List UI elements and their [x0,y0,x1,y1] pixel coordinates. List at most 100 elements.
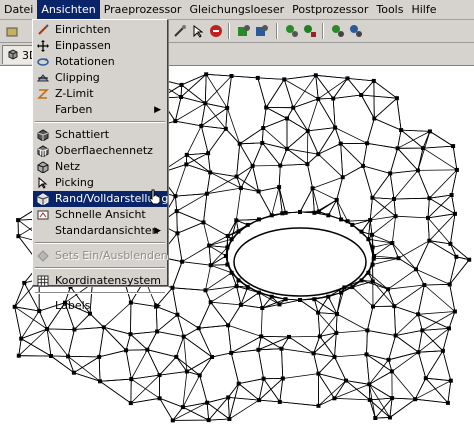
mesh-edge [130,333,148,350]
menu-item-oberflaechennetz[interactable]: Oberflaechennetz [33,143,167,159]
menu-item-labels[interactable]: Labels ▶ [33,298,167,314]
mesh-edge [263,378,281,403]
mesh-node [285,116,289,121]
menu-item-rotationen[interactable]: Rotationen [33,54,167,70]
solver-stop-icon[interactable] [302,23,318,39]
menu-ansichten[interactable]: Ansichten [37,0,100,19]
mesh-edge [131,374,160,380]
mesh-edge [362,143,368,166]
toolbar-separator [228,23,230,39]
mesh-edge [442,328,450,351]
mesh-edge [199,356,213,376]
menu-item-sets-ein-ausblenden: Sets Ein/Ausblenden [33,248,168,264]
menu-item-netz[interactable]: Netz [33,159,167,175]
mesh-blue-icon[interactable] [254,23,270,39]
post-view-icon[interactable] [330,23,346,39]
mesh-edge [395,314,419,336]
mesh-edge [393,197,430,200]
mesh-node [312,297,317,302]
menu-item-einrichten[interactable]: Einrichten [33,22,167,38]
mesh-edge [313,352,335,358]
mesh-edge [227,304,242,326]
mesh-edge [369,397,393,401]
menu-item-schattiert[interactable]: Schattiert [33,127,167,143]
mesh-edge [391,216,396,244]
mesh-edge [175,164,187,197]
mesh-edge [418,350,443,353]
menu-item-rand-volldarstellung[interactable]: Rand/Volldarstellung [33,191,168,207]
mesh-edge [417,313,450,329]
mesh-node [344,378,348,383]
mesh-node [261,376,266,381]
mesh-node [101,325,106,330]
menu-hilfe[interactable]: Hilfe [407,0,440,19]
mesh-edge [286,130,309,150]
mesh-node [285,146,289,151]
mesh-edge [208,245,212,266]
mesh-edge [262,107,267,129]
mesh-node [234,174,239,179]
mesh-green-icon[interactable] [236,23,252,39]
post-export-icon[interactable] [348,23,364,39]
tool-icon[interactable] [172,23,188,39]
menu-item-clipping[interactable]: Clipping [33,70,167,86]
mesh-node [427,238,432,243]
mesh-edge [447,380,452,403]
mesh-edge [258,191,273,216]
solver-run-icon[interactable] [284,23,300,39]
mesh-node [367,397,372,402]
mesh-node [208,300,213,305]
menu-item-label: Schnelle Ansicht [55,208,146,221]
menu-item-koordinatensystem[interactable]: Koordinatensystem [33,273,167,289]
mesh-node [157,396,162,401]
mesh-edge [172,261,183,288]
mesh-edge [393,306,396,336]
mesh-node [368,218,373,222]
mesh-edge [429,197,456,215]
menu-postprozessor[interactable]: Postprozessor [288,0,372,19]
menu-tools[interactable]: Tools [372,0,407,19]
mesh-node [371,304,375,309]
menu-datei[interactable]: Datei [0,0,37,19]
mesh-edge [418,352,427,379]
mesh-edge [391,371,416,400]
mesh-node [204,191,209,196]
mesh-edge [425,350,444,379]
mesh-node [224,254,228,258]
stop-icon[interactable] [208,23,224,39]
mesh-edge [293,98,319,109]
mesh-edge [388,335,396,360]
menu-item-label: Einpassen [55,39,111,52]
mesh-edge [207,397,229,404]
menu-praeprozessor[interactable]: Praeprozessor [100,0,186,19]
menu-item-label: Einrichten [55,23,111,36]
mesh-edge [157,331,184,337]
mesh-node [174,209,179,214]
mesh-node [257,398,262,403]
mesh-edge [452,146,458,170]
mesh-edge [340,143,364,167]
mesh-node [372,254,376,258]
mesh-node [447,326,451,331]
mesh-edge [200,103,206,126]
menu-item-schnelle-ansicht[interactable]: Schnelle Ansicht [33,207,167,223]
mesh-node [223,126,228,131]
submenu-arrow-icon: ▶ [154,301,161,311]
mesh-edge [347,78,362,96]
menu-item-farben[interactable]: Farben ▶ [33,102,167,118]
menu-item-picking[interactable]: Picking [33,175,167,191]
mesh-edge [239,142,263,145]
mesh-edge [387,289,395,307]
menu-item-z-limit[interactable]: Z-Limit [33,86,167,102]
mesh-node [313,73,318,78]
menu-item-einpassen[interactable]: Einpassen [33,38,167,54]
menu-item-standardansichten[interactable]: Standardansichten ▶ [33,223,167,239]
mesh-node [175,312,180,317]
menu-gleichungsloeser[interactable]: Gleichungsloeser [185,0,288,19]
mesh-node [387,415,392,420]
open-icon[interactable] [4,23,20,39]
cursor-select-icon[interactable] [190,23,206,39]
mesh-edge [68,356,100,358]
mesh-edge [318,397,335,407]
mesh-node [179,82,184,87]
